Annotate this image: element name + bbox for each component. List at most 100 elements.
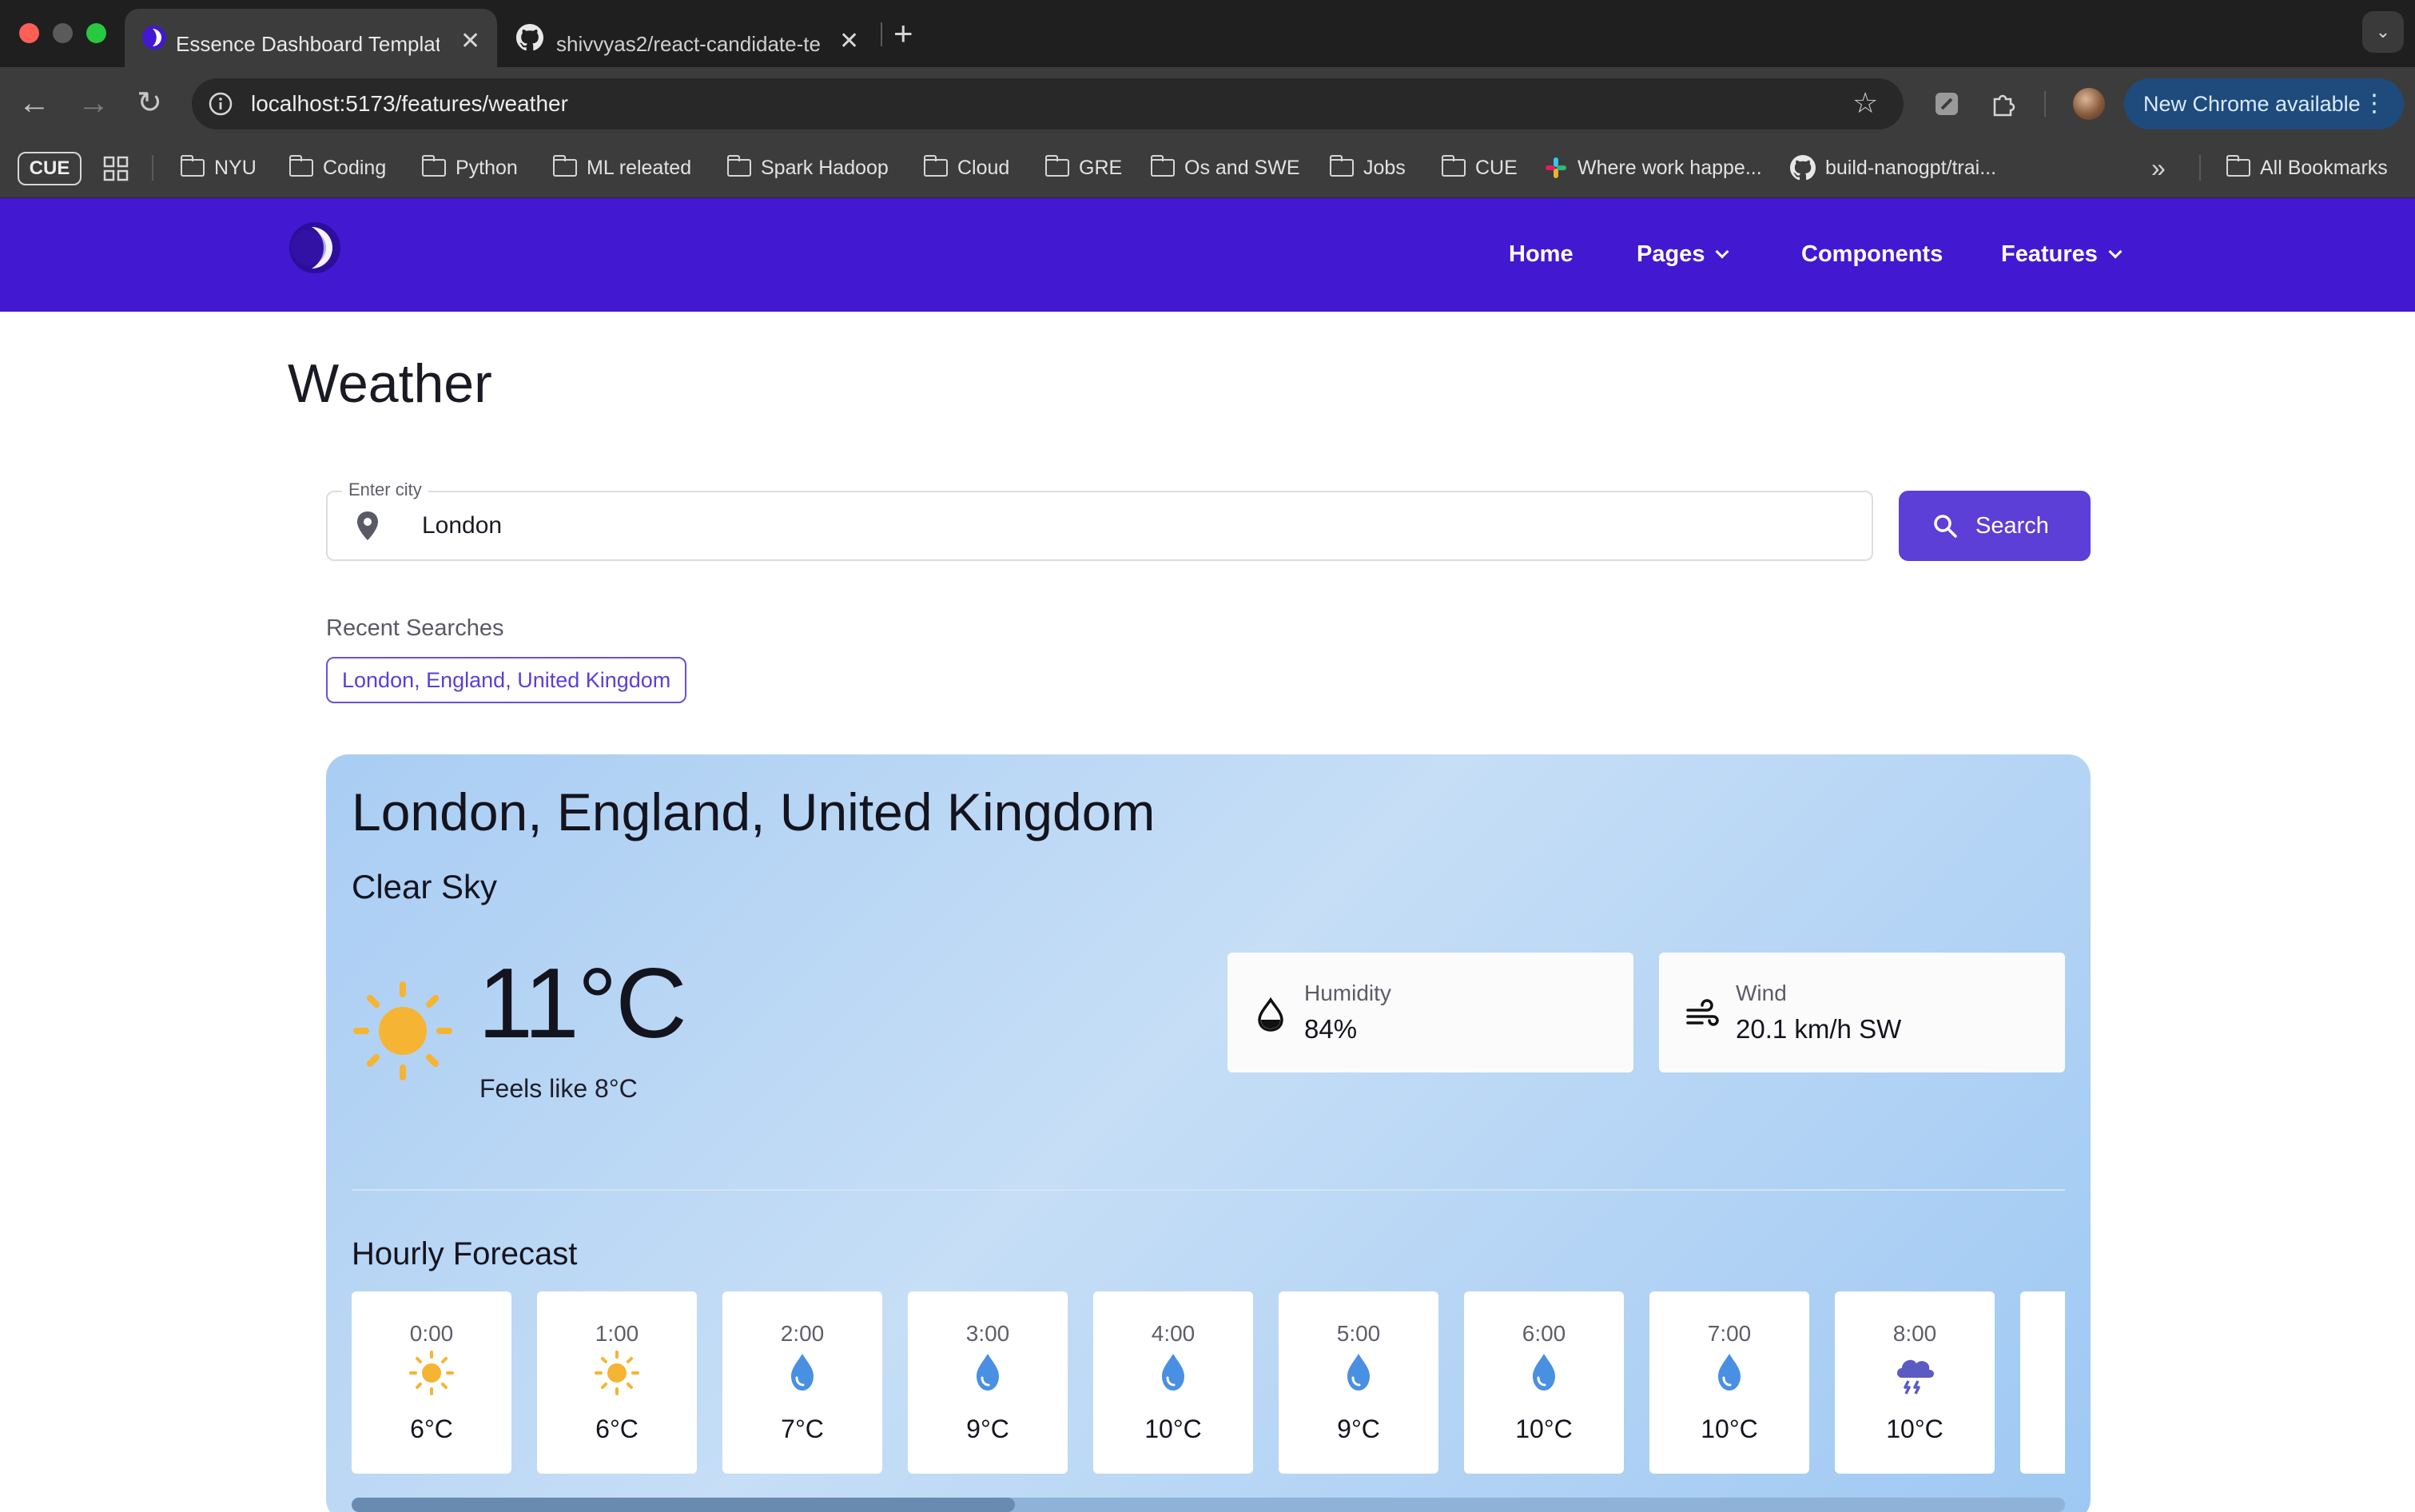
bookmark-label: All Bookmarks xyxy=(2260,157,2388,179)
github-icon xyxy=(1790,155,1816,181)
folder-icon xyxy=(726,155,751,177)
apps-grid-icon[interactable] xyxy=(102,155,129,182)
hourly-time: 8:00 xyxy=(1892,1321,1937,1346)
bookmark-folder-os-swe[interactable]: Os and SWE xyxy=(1150,152,1300,184)
city-input-value[interactable]: London xyxy=(422,511,502,540)
bookmark-label: Where work happe... xyxy=(1578,157,1762,179)
hourly-card: 7:00 10°C xyxy=(1649,1291,1809,1474)
hourly-card: 5:00 9°C xyxy=(1279,1291,1438,1474)
forward-icon[interactable]: → xyxy=(75,85,112,121)
bookmark-label: Coding xyxy=(323,157,387,179)
folder-icon xyxy=(2226,155,2250,177)
close-window-button[interactable] xyxy=(19,23,39,43)
folder-icon xyxy=(180,155,205,177)
hourly-scrollbar-thumb[interactable] xyxy=(352,1498,1015,1512)
section-divider xyxy=(352,1189,2065,1191)
profile-avatar[interactable] xyxy=(2073,88,2105,120)
hourly-temp: 9°C xyxy=(966,1415,1009,1443)
weather-location: London, England, United Kingdom xyxy=(352,782,1156,842)
bookmark-folder-cloud[interactable]: Cloud xyxy=(923,152,1010,184)
new-tab-icon[interactable]: + xyxy=(893,14,913,53)
sun-icon xyxy=(408,1349,456,1397)
hourly-time: 6:00 xyxy=(1522,1321,1566,1346)
tab-search-icon[interactable]: ⌄ xyxy=(2362,11,2404,53)
rain-drop-icon xyxy=(1335,1349,1383,1397)
bookmark-folder-coding[interactable]: Coding xyxy=(288,152,387,184)
back-icon[interactable]: ← xyxy=(16,85,53,121)
bookmark-folder-gre[interactable]: GRE xyxy=(1044,152,1123,184)
hourly-card: 6:00 10°C xyxy=(1464,1291,1624,1474)
tab-github-repo[interactable]: shivvyas2/react-candidate-te ✕ xyxy=(508,9,884,68)
bookmark-label: Python xyxy=(456,157,518,179)
brand-logo-icon[interactable] xyxy=(288,221,342,275)
hourly-temp: 10°C xyxy=(1701,1415,1758,1443)
reload-icon[interactable]: ↻ xyxy=(131,85,168,121)
hourly-card-partial xyxy=(2020,1291,2065,1474)
hourly-temp: 10°C xyxy=(1144,1415,1202,1443)
nav-home[interactable]: Home xyxy=(1509,238,1574,270)
nav-pages[interactable]: Pages xyxy=(1637,238,1729,270)
more-menu-icon[interactable]: ⋮ xyxy=(2362,78,2386,129)
nav-components[interactable]: Components xyxy=(1801,238,1943,270)
tab-title: Essence Dashboard Template xyxy=(176,32,440,56)
bookmark-folder-jobs[interactable]: Jobs xyxy=(1329,152,1406,184)
recent-searches-label: Recent Searches xyxy=(326,615,504,641)
extensions-puzzle-icon[interactable] xyxy=(1988,90,2017,118)
folder-icon xyxy=(1150,155,1175,177)
more-bookmarks-icon[interactable]: » xyxy=(2151,152,2166,184)
hourly-forecast-title: Hourly Forecast xyxy=(352,1236,578,1271)
humidity-value: 84% xyxy=(1304,1014,1358,1044)
thunderstorm-icon xyxy=(1891,1349,1939,1397)
search-icon xyxy=(1934,515,1957,538)
app-logo-icon xyxy=(142,26,166,50)
bookmark-label: GRE xyxy=(1079,157,1123,179)
bookmark-folder-python[interactable]: Python xyxy=(421,152,518,184)
hourly-time: 5:00 xyxy=(1336,1321,1381,1346)
url-text: localhost:5173/features/weather xyxy=(251,91,568,116)
update-chrome-button[interactable]: New Chrome available ⋮ xyxy=(2124,78,2404,129)
hourly-time: 3:00 xyxy=(965,1321,1010,1346)
search-button[interactable]: Search xyxy=(1899,491,2091,561)
site-info-icon[interactable] xyxy=(208,91,233,117)
maximize-window-button[interactable] xyxy=(86,23,106,43)
bookmark-cue-chip[interactable]: CUE xyxy=(18,152,82,185)
bookmarks-separator xyxy=(2199,155,2201,181)
bookmark-slack[interactable]: Where work happe... xyxy=(1544,152,1762,184)
minimize-window-button[interactable] xyxy=(53,23,73,43)
bookmark-folder-cue[interactable]: CUE xyxy=(1441,152,1518,184)
page-title: Weather xyxy=(288,353,492,414)
all-bookmarks-folder[interactable]: All Bookmarks xyxy=(2226,152,2388,184)
hourly-time: 0:00 xyxy=(409,1321,454,1346)
chevron-down-icon xyxy=(2108,245,2123,259)
rain-drop-icon xyxy=(1705,1349,1753,1397)
city-search-input[interactable] xyxy=(326,491,1873,561)
folder-icon xyxy=(1329,155,1354,177)
recent-search-chip[interactable]: London, England, United Kingdom xyxy=(326,657,687,703)
rain-drop-icon xyxy=(964,1349,1012,1397)
bookmark-star-icon[interactable]: ☆ xyxy=(1852,86,1878,120)
nav-features[interactable]: Features xyxy=(2001,238,2123,270)
bookmark-label: NYU xyxy=(214,157,257,179)
bookmark-github[interactable]: build-nanogpt/trai... xyxy=(1790,152,1996,184)
nav-pages-label: Pages xyxy=(1637,241,1705,267)
bookmark-folder-ml[interactable]: ML releated xyxy=(552,152,691,184)
tab-essence-dashboard[interactable]: Essence Dashboard Template ✕ xyxy=(125,9,497,68)
close-tab-icon[interactable]: ✕ xyxy=(839,27,859,55)
folder-icon xyxy=(421,155,446,177)
hourly-temp: 6°C xyxy=(595,1415,639,1443)
bookmark-label: Spark Hadoop xyxy=(761,157,889,179)
bookmark-folder-nyu[interactable]: NYU xyxy=(180,152,257,184)
tab-title: shivvyas2/react-candidate-te xyxy=(556,32,821,56)
bookmark-folder-spark[interactable]: Spark Hadoop xyxy=(726,152,889,184)
folder-icon xyxy=(288,155,313,177)
droplet-icon xyxy=(1258,997,1283,1032)
feels-like-text: Feels like 8°C xyxy=(479,1074,638,1103)
rain-drop-icon xyxy=(1520,1349,1568,1397)
close-tab-icon[interactable]: ✕ xyxy=(460,27,480,55)
bookmark-label: Cloud xyxy=(957,157,1010,179)
bookmark-label: Jobs xyxy=(1363,157,1406,179)
hourly-card: 2:00 7°C xyxy=(722,1291,882,1474)
extension-icon[interactable] xyxy=(1932,90,1961,118)
hourly-temp: 6°C xyxy=(410,1415,453,1443)
hourly-time: 1:00 xyxy=(595,1321,639,1346)
